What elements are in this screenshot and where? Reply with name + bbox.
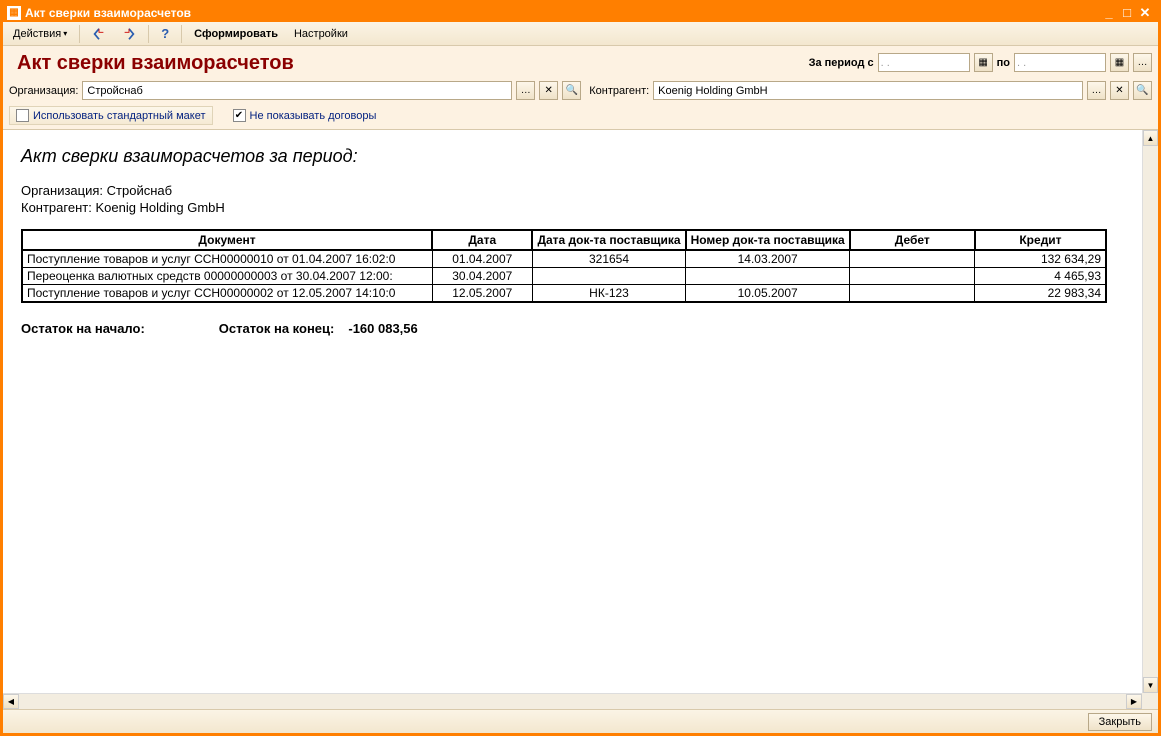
table-row[interactable]: Поступление товаров и услуг ССН00000002 … (22, 285, 1106, 303)
contr-input[interactable]: Koenig Holding GmbH (653, 81, 1083, 100)
col-doc: Документ (22, 230, 432, 250)
org-clear-button[interactable]: ✕ (539, 81, 558, 100)
balance-start-label: Остаток на начало: (21, 321, 145, 336)
po-label: по (997, 57, 1010, 69)
std-layout-checkbox[interactable] (16, 109, 29, 122)
hide-contracts-checkbox[interactable]: ✔ (233, 109, 246, 122)
org-input[interactable]: Стройснаб (82, 81, 512, 100)
report-title: Акт сверки взаиморасчетов (9, 48, 805, 77)
footer: Закрыть (3, 709, 1158, 733)
contr-label: Контрагент: (589, 85, 649, 97)
report-org-line: Организация: Стройснаб (21, 183, 1124, 198)
period-label: За период с (809, 57, 874, 69)
table-row[interactable]: Поступление товаров и услуг ССН00000010 … (22, 250, 1106, 268)
options-row: Использовать стандартный макет ✔ Не пока… (3, 104, 1158, 130)
date-from-calendar-button[interactable]: ▦ (974, 53, 993, 72)
nav-forward-button[interactable] (116, 25, 142, 43)
date-from-input[interactable]: . . (878, 53, 970, 72)
col-supnum: Номер док-та поставщика (686, 230, 850, 250)
settings-button[interactable]: Настройки (288, 26, 354, 42)
app-window: ▦ Акт сверки взаиморасчетов _ □ ✕ Действ… (0, 0, 1161, 736)
col-date: Дата (432, 230, 532, 250)
help-icon: ? (161, 26, 169, 41)
scroll-corner (1142, 693, 1158, 709)
generate-button[interactable]: Сформировать (188, 26, 284, 42)
report-heading: Акт сверки взаиморасчетов за период: (21, 146, 1124, 167)
app-icon: ▦ (7, 6, 21, 20)
contr-search-button[interactable]: 🔍 (1133, 81, 1152, 100)
hide-contracts-label: Не показывать договоры (250, 110, 377, 122)
magnifier-icon: 🔍 (1136, 85, 1148, 96)
std-layout-option[interactable]: Использовать стандартный макет (9, 106, 213, 125)
help-button[interactable]: ? (155, 24, 175, 43)
contr-select-button[interactable]: … (1087, 81, 1106, 100)
report-content: Акт сверки взаиморасчетов за период: Орг… (3, 130, 1142, 693)
hide-contracts-option[interactable]: ✔ Не показывать договоры (233, 107, 377, 124)
close-button[interactable]: ✕ (1136, 5, 1154, 21)
horizontal-scrollbar[interactable]: ◀ ▶ (3, 693, 1142, 709)
period-select-button[interactable]: … (1133, 53, 1152, 72)
scroll-left-button[interactable]: ◀ (3, 694, 19, 709)
scroll-down-button[interactable]: ▼ (1143, 677, 1158, 693)
window-title: Акт сверки взаиморасчетов (25, 6, 191, 20)
balances-row: Остаток на начало: Остаток на конец: -16… (21, 321, 1124, 336)
report-area: Акт сверки взаиморасчетов за период: Орг… (3, 130, 1158, 709)
calendar-icon: ▦ (1115, 57, 1124, 68)
balance-end-label: Остаток на конец: (219, 321, 335, 336)
toolbar: Действия▾ ? Сформировать Настройки (3, 22, 1158, 46)
vertical-scrollbar[interactable]: ▲ ▼ (1142, 130, 1158, 693)
arrow-left-icon (92, 27, 106, 41)
maximize-button[interactable]: □ (1118, 5, 1136, 20)
col-supdate: Дата док-та поставщика (532, 230, 685, 250)
col-deb: Дебет (850, 230, 975, 250)
magnifier-icon: 🔍 (566, 85, 578, 96)
std-layout-label: Использовать стандартный макет (33, 110, 206, 122)
org-label: Организация: (9, 85, 78, 97)
report-contr-line: Контрагент: Koenig Holding GmbH (21, 200, 1124, 215)
col-cred: Кредит (975, 230, 1106, 250)
nav-back-button[interactable] (86, 25, 112, 43)
date-to-input[interactable]: . . (1014, 53, 1106, 72)
report-table: Документ Дата Дата док-та поставщика Ном… (21, 229, 1107, 303)
calendar-icon: ▦ (978, 57, 987, 68)
actions-menu[interactable]: Действия▾ (7, 26, 73, 42)
org-search-button[interactable]: 🔍 (562, 81, 581, 100)
contr-clear-button[interactable]: ✕ (1110, 81, 1129, 100)
header-row: Акт сверки взаиморасчетов За период с . … (3, 46, 1158, 79)
titlebar: ▦ Акт сверки взаиморасчетов _ □ ✕ (3, 3, 1158, 22)
minimize-button[interactable]: _ (1100, 5, 1118, 20)
arrow-right-icon (122, 27, 136, 41)
scroll-up-button[interactable]: ▲ (1143, 130, 1158, 146)
org-select-button[interactable]: … (516, 81, 535, 100)
fields-row: Организация: Стройснаб … ✕ 🔍 Контрагент:… (3, 79, 1158, 104)
date-to-calendar-button[interactable]: ▦ (1110, 53, 1129, 72)
close-window-button[interactable]: Закрыть (1088, 713, 1152, 731)
scroll-right-button[interactable]: ▶ (1126, 694, 1142, 709)
table-row[interactable]: Переоценка валютных средств 00000000003 … (22, 268, 1106, 285)
balance-end-value: -160 083,56 (348, 321, 417, 336)
